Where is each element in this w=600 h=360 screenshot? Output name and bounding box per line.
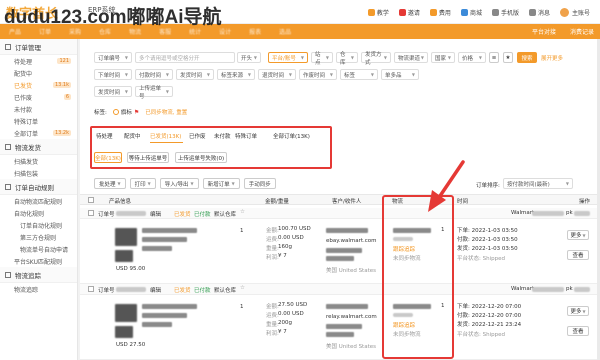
watermark: dudu123.com嘟嘟Ai导航 (4, 7, 222, 28)
red-arrow-annotation (428, 160, 465, 212)
